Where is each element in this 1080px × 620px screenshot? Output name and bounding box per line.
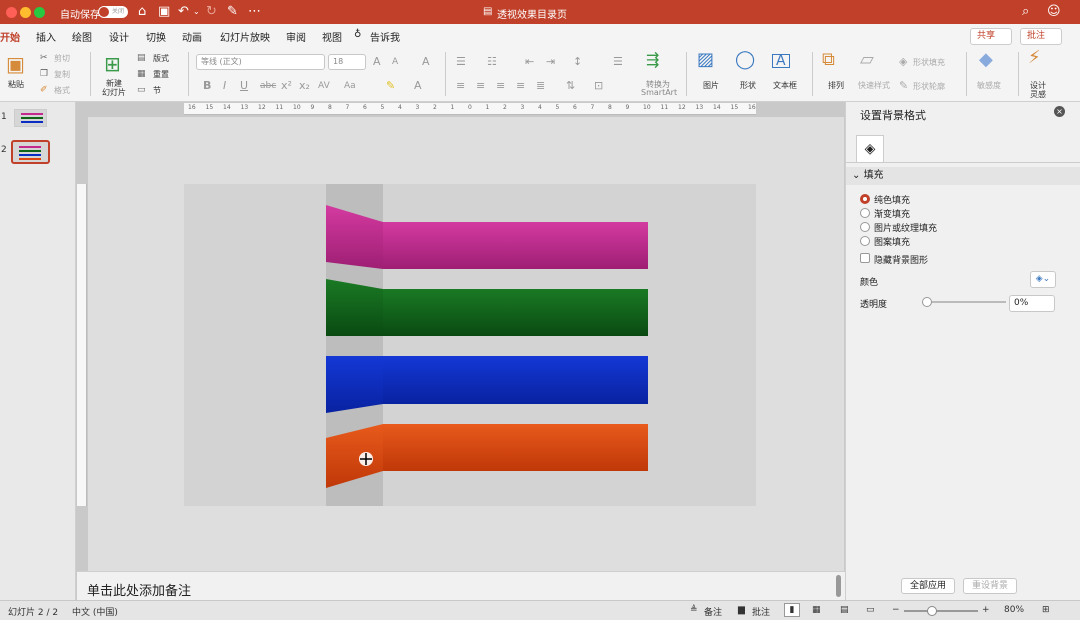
solid-fill-radio[interactable]	[860, 194, 870, 204]
orange-bar-shape[interactable]	[383, 424, 648, 471]
slideshow-icon[interactable]: ▭	[866, 605, 875, 615]
status-bar: 幻灯片 2 / 2 中文 (中国) ≜ 备注 ▆ 批注 ▮ ▦ ▤ ▭ − + …	[0, 600, 1080, 620]
notes-icon[interactable]: ≜	[690, 605, 698, 615]
slide-sorter-icon[interactable]: ▦	[812, 605, 821, 615]
fit-slide-icon[interactable]: ⊞	[1042, 605, 1050, 615]
picture-fill-label[interactable]: 图片或纹理填充	[874, 221, 937, 234]
chevron-down-icon: ⌄	[852, 170, 864, 181]
move-cursor-icon	[359, 452, 373, 466]
zoom-slider-handle[interactable]	[927, 606, 937, 616]
zoom-out-icon[interactable]: −	[892, 605, 900, 615]
green-flap-shape[interactable]	[326, 279, 383, 336]
transparency-input[interactable]: 0%	[1009, 295, 1055, 312]
reset-background-button[interactable]: 重设背景	[963, 578, 1018, 594]
pink-flap-shape[interactable]	[326, 205, 383, 269]
picture-fill-radio[interactable]	[860, 222, 870, 232]
pattern-fill-label[interactable]: 图案填充	[874, 235, 910, 248]
transparency-slider[interactable]	[926, 301, 1006, 303]
gradient-fill-label[interactable]: 渐变填充	[874, 207, 910, 220]
close-pane-icon[interactable]: ×	[1054, 106, 1065, 117]
color-label: 颜色	[860, 278, 879, 288]
orange-flap-shape[interactable]	[326, 424, 383, 488]
pane-title: 设置背景格式	[860, 109, 926, 122]
hide-background-label[interactable]: 隐藏背景图形	[874, 253, 928, 266]
slide-counter: 幻灯片 2 / 2	[8, 608, 59, 618]
language-indicator[interactable]: 中文 (中国)	[72, 605, 118, 618]
zoom-slider[interactable]	[904, 610, 978, 612]
fill-tab-icon[interactable]: ◈	[856, 135, 884, 162]
color-picker-button[interactable]: ◈⌄	[1030, 271, 1056, 288]
comments-icon[interactable]: ▆	[738, 605, 745, 615]
reading-view-icon[interactable]: ▤	[840, 605, 849, 615]
apply-all-button[interactable]: 全部应用	[901, 578, 956, 594]
fill-section-header[interactable]: ⌄ 填充	[846, 167, 1080, 185]
blue-bar-shape[interactable]	[383, 356, 648, 404]
solid-fill-label[interactable]: 纯色填充	[874, 193, 910, 206]
notes-placeholder[interactable]: 单击此处添加备注	[87, 580, 191, 599]
zoom-level[interactable]: 80%	[1004, 605, 1024, 615]
notes-pane[interactable]: 单击此处添加备注	[77, 571, 845, 601]
zoom-in-icon[interactable]: +	[982, 605, 990, 615]
tab-underline	[846, 162, 1080, 163]
pink-bar-shape[interactable]	[383, 222, 648, 269]
fill-section-title: 填充	[863, 170, 884, 181]
pattern-fill-radio[interactable]	[860, 236, 870, 246]
gradient-fill-radio[interactable]	[860, 208, 870, 218]
green-bar-shape[interactable]	[383, 289, 648, 336]
blue-flap-shape[interactable]	[326, 356, 383, 413]
vertical-scrollbar[interactable]	[836, 575, 841, 597]
normal-view-icon[interactable]: ▮	[784, 603, 800, 617]
hide-background-checkbox[interactable]	[860, 253, 870, 263]
comments-toggle[interactable]: 批注	[752, 605, 770, 618]
transparency-label: 透明度	[860, 300, 888, 310]
format-background-pane: 设置背景格式 × ◈ ⌄ 填充 纯色填充 渐变填充 图片或纹理填充 图案填充 隐…	[845, 102, 1080, 600]
transparency-slider-handle[interactable]	[922, 297, 932, 307]
notes-toggle[interactable]: 备注	[704, 605, 722, 618]
